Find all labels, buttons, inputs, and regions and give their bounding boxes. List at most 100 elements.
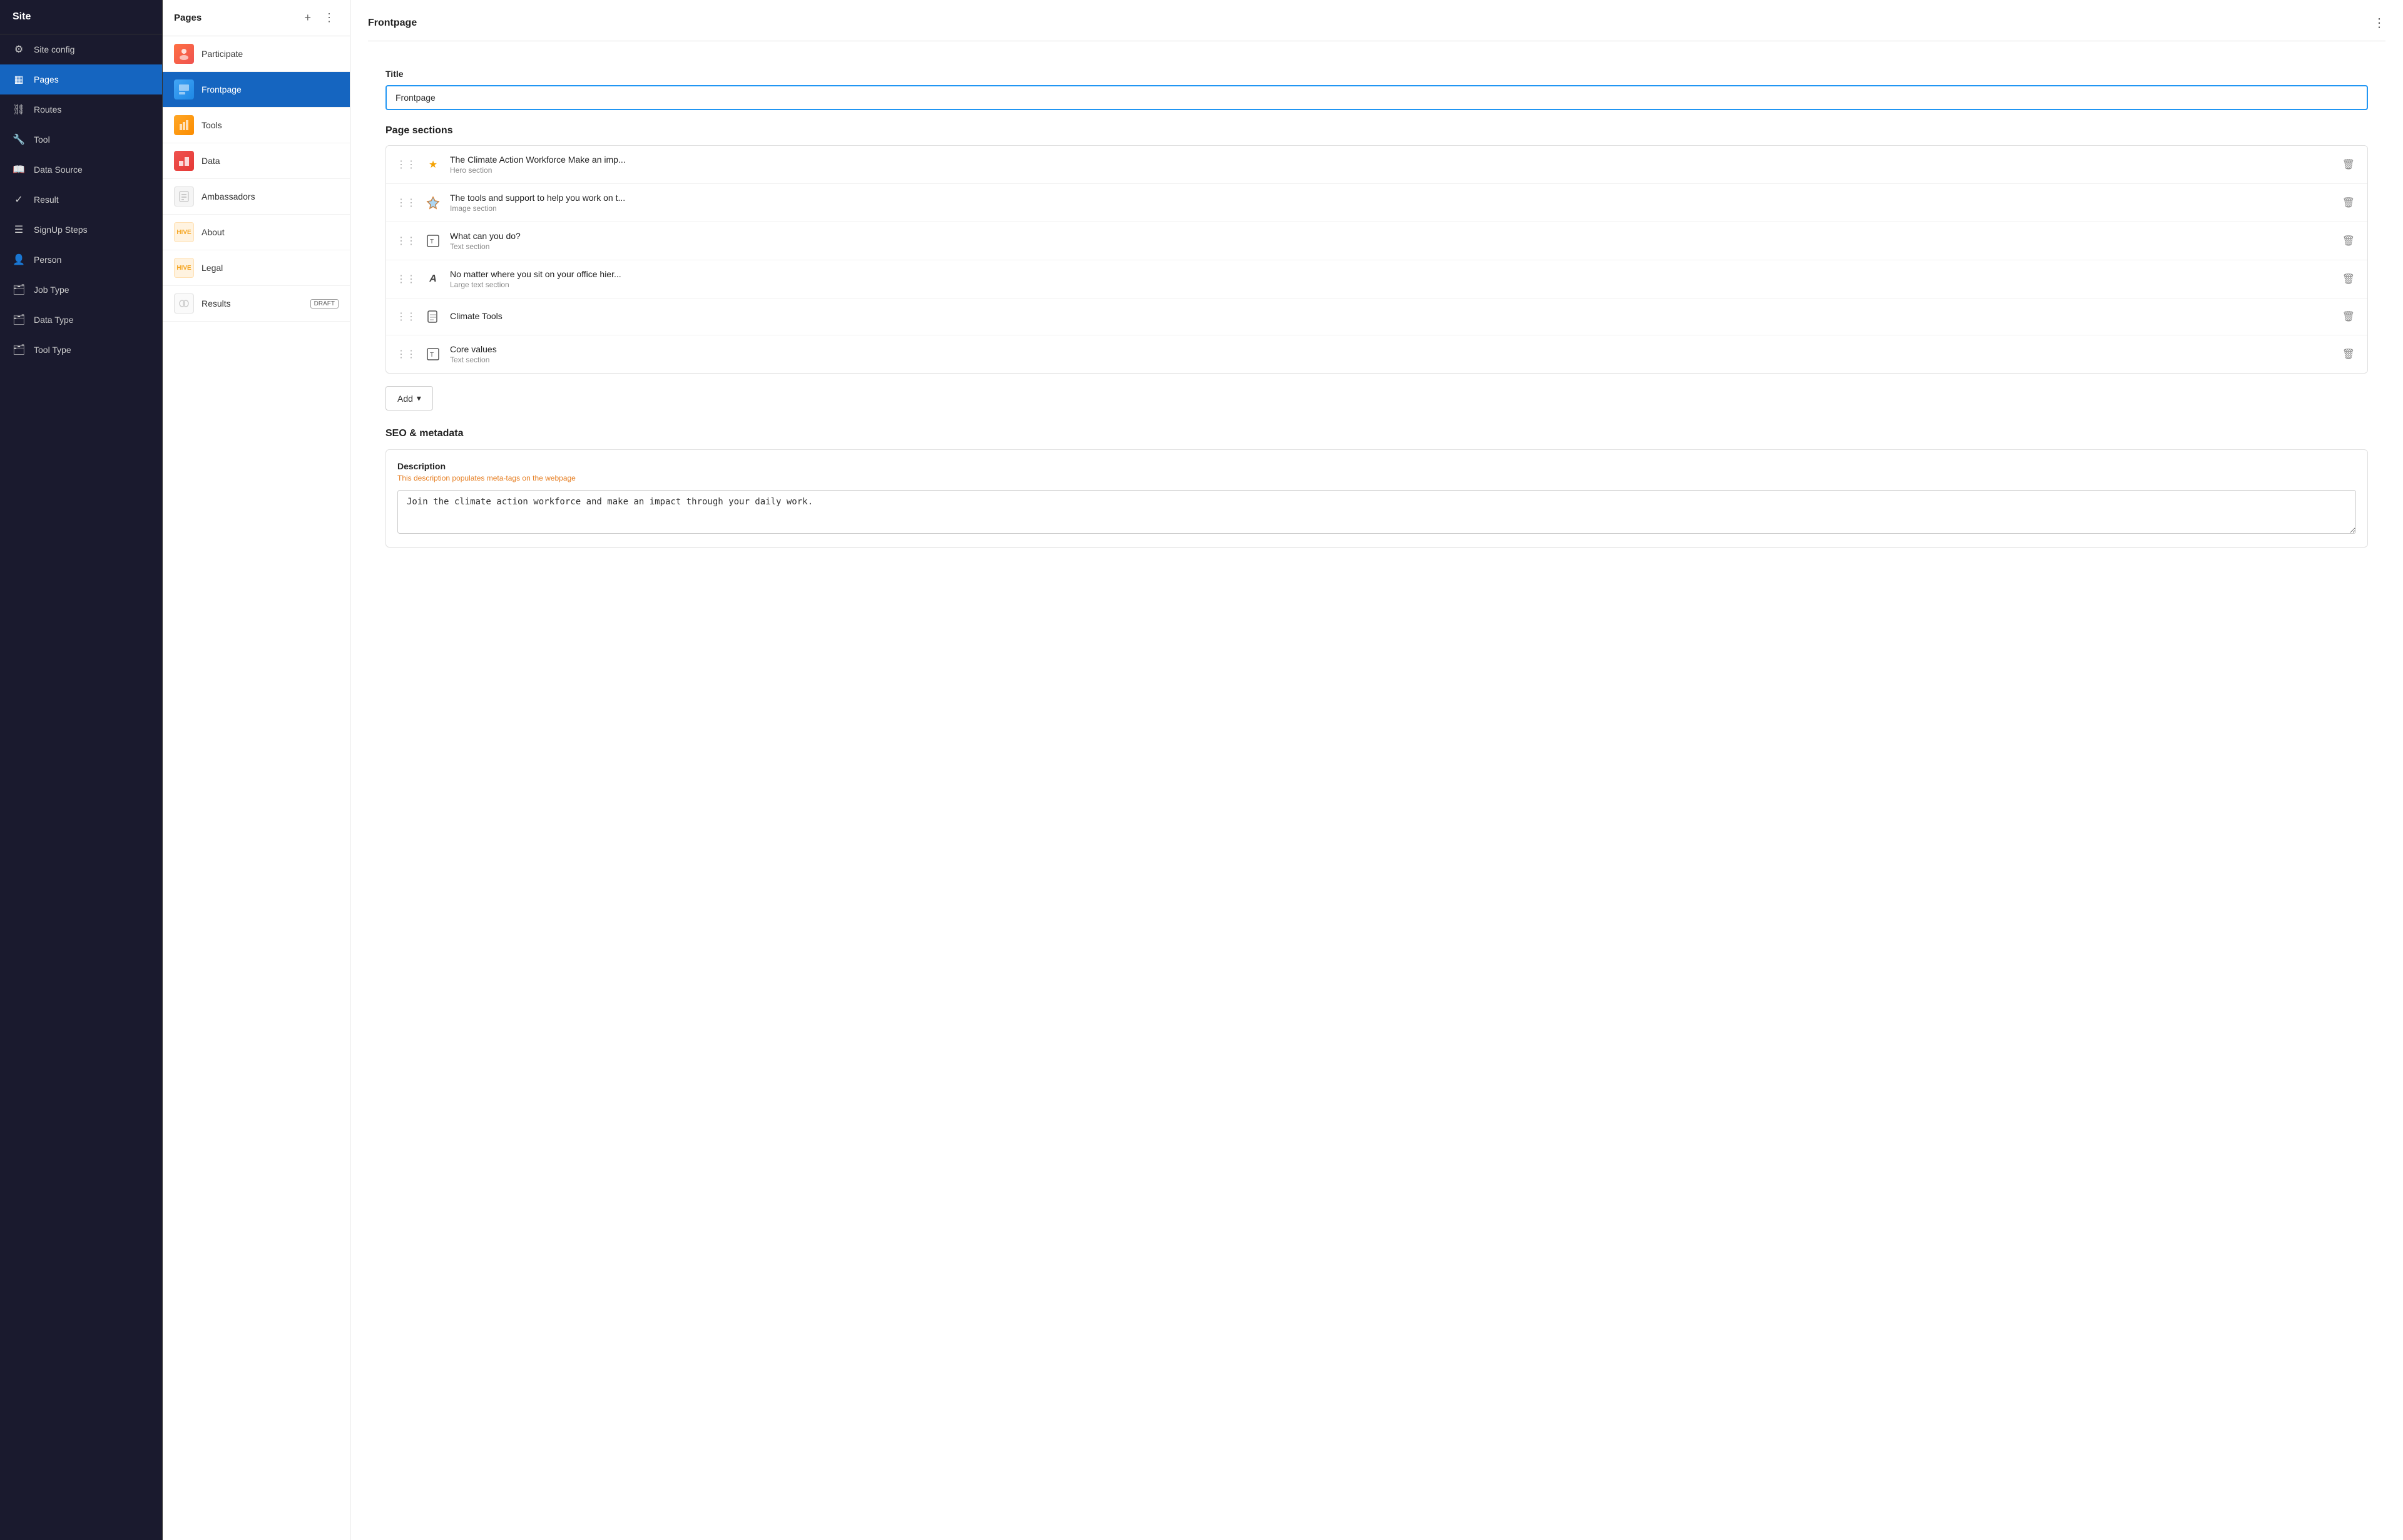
sidebar-item-pages[interactable]: ▦ Pages — [0, 64, 162, 94]
section-row-tools-support: ⋮⋮ The tools and support to help you wor… — [386, 184, 2367, 222]
seo-box: Description This description populates m… — [385, 449, 2368, 548]
section-info-hero: The Climate Action Workforce Make an imp… — [450, 155, 2332, 175]
section-info-climate-tools: Climate Tools — [450, 311, 2332, 322]
delete-section-button[interactable]: 🗑 — [2340, 345, 2357, 363]
section-name: The tools and support to help you work o… — [450, 193, 2332, 203]
section-name: Climate Tools — [450, 311, 2332, 321]
data-thumb-svg — [178, 155, 190, 167]
sidebar-item-tool-type[interactable]: 🗂 Tool Type — [0, 335, 162, 365]
delete-section-button[interactable]: 🗑 — [2340, 194, 2357, 212]
main-content: Frontpage ⋮ Title Page sections ⋮⋮ ★ The… — [350, 0, 2403, 1540]
page-item-ambassadors[interactable]: Ambassadors — [163, 179, 350, 215]
sidebar-item-job-type[interactable]: 🗂 Job Type — [0, 275, 162, 305]
pages-menu-button[interactable]: ⋮ — [320, 10, 339, 26]
sidebar-item-data-source[interactable]: 📖 Data Source — [0, 155, 162, 185]
section-type: Text section — [450, 355, 2332, 364]
page-thumb-about: HIVE — [174, 222, 194, 242]
delete-section-button[interactable]: 🗑 — [2340, 270, 2357, 288]
person-icon: 👤 — [13, 253, 25, 266]
page-item-results[interactable]: Results DRAFT — [163, 286, 350, 322]
sidebar-item-label: Result — [34, 195, 59, 205]
section-row-climate-tools: ⋮⋮ Climate Tools 🗑 — [386, 298, 2367, 335]
signup-steps-icon: ☰ — [13, 223, 25, 236]
seo-description-label: Description — [397, 461, 2356, 471]
page-thumb-data — [174, 151, 194, 171]
page-label: Legal — [202, 263, 339, 273]
draft-badge: DRAFT — [310, 299, 339, 309]
sidebar-item-label: Job Type — [34, 285, 69, 295]
core-values-icon: T — [424, 345, 442, 364]
page-label: Results — [202, 298, 303, 309]
section-info-no-matter: No matter where you sit on your office h… — [450, 269, 2332, 289]
sidebar-item-signup-steps[interactable]: ☰ SignUp Steps — [0, 215, 162, 245]
section-type: Large text section — [450, 280, 2332, 289]
page-label: Frontpage — [202, 84, 339, 94]
section-row-core-values: ⋮⋮ T Core values Text section 🗑 — [386, 335, 2367, 373]
page-item-frontpage[interactable]: Frontpage — [163, 72, 350, 108]
main-menu-button[interactable]: ⋮ — [2373, 15, 2385, 31]
svg-text:T: T — [430, 352, 434, 359]
result-icon: ✓ — [13, 193, 25, 206]
page-item-tools[interactable]: Tools — [163, 108, 350, 143]
tool-icon: 🔧 — [13, 133, 25, 146]
title-field-label: Title — [385, 69, 2368, 79]
ambassadors-thumb-svg — [178, 190, 190, 203]
drag-handle-icon[interactable]: ⋮⋮ — [396, 348, 416, 360]
routes-icon: ⛓ — [13, 103, 25, 116]
text-section-icon: T — [424, 232, 442, 250]
sidebar-item-label: Person — [34, 255, 61, 265]
add-section-button[interactable]: Add ▾ — [385, 386, 433, 410]
section-info-tools-support: The tools and support to help you work o… — [450, 193, 2332, 213]
sidebar-item-result[interactable]: ✓ Result — [0, 185, 162, 215]
page-sections-heading: Page sections — [385, 125, 2368, 136]
sidebar-item-person[interactable]: 👤 Person — [0, 245, 162, 275]
pages-header: Pages + ⋮ — [163, 0, 350, 36]
gear-icon: ⚙ — [13, 43, 25, 56]
delete-section-button[interactable]: 🗑 — [2340, 156, 2357, 173]
title-input[interactable] — [385, 85, 2368, 110]
page-item-legal[interactable]: HIVE Legal — [163, 250, 350, 286]
page-item-participate[interactable]: Participate — [163, 36, 350, 72]
page-item-data[interactable]: Data — [163, 143, 350, 179]
data-type-icon: 🗂 — [13, 314, 25, 326]
section-name: Core values — [450, 344, 2332, 354]
content-area: Title Page sections ⋮⋮ ★ The Climate Act… — [368, 54, 2385, 563]
drag-handle-icon[interactable]: ⋮⋮ — [396, 310, 416, 323]
delete-section-button[interactable]: 🗑 — [2340, 232, 2357, 250]
drag-handle-icon[interactable]: ⋮⋮ — [396, 235, 416, 247]
sidebar-item-label: Site config — [34, 44, 74, 54]
chevron-down-icon: ▾ — [417, 393, 421, 404]
add-page-button[interactable]: + — [300, 10, 315, 26]
section-type: Hero section — [450, 166, 2332, 175]
page-thumb-frontpage — [174, 79, 194, 99]
tool-type-icon: 🗂 — [13, 344, 25, 356]
section-row-no-matter: ⋮⋮ A No matter where you sit on your off… — [386, 260, 2367, 298]
page-item-about[interactable]: HIVE About — [163, 215, 350, 250]
sidebar-item-label: Tool Type — [34, 345, 71, 355]
drag-handle-icon[interactable]: ⋮⋮ — [396, 196, 416, 209]
seo-description-input[interactable]: Join the climate action workforce and ma… — [397, 490, 2356, 534]
sidebar-item-site-config[interactable]: ⚙ Site config — [0, 34, 162, 64]
participate-thumb-svg — [178, 48, 190, 60]
sidebar-item-label: Tool — [34, 135, 50, 145]
drag-handle-icon[interactable]: ⋮⋮ — [396, 273, 416, 285]
drag-handle-icon[interactable]: ⋮⋮ — [396, 158, 416, 171]
section-name: No matter where you sit on your office h… — [450, 269, 2332, 279]
sidebar-item-routes[interactable]: ⛓ Routes — [0, 94, 162, 125]
sidebar-item-label: Data Type — [34, 315, 74, 325]
section-type: Text section — [450, 242, 2332, 251]
page-thumb-results — [174, 293, 194, 314]
frontpage-thumb-svg — [178, 83, 190, 96]
seo-description-hint: This description populates meta-tags on … — [397, 474, 2356, 482]
sidebar-item-data-type[interactable]: 🗂 Data Type — [0, 305, 162, 335]
sidebar-item-tool[interactable]: 🔧 Tool — [0, 125, 162, 155]
page-label: Tools — [202, 120, 339, 130]
seo-metadata-heading: SEO & metadata — [385, 428, 2368, 439]
section-type: Image section — [450, 204, 2332, 213]
page-label: About — [202, 227, 339, 237]
section-info-core-values: Core values Text section — [450, 344, 2332, 364]
sidebar: Site ⚙ Site config ▦ Pages ⛓ Routes 🔧 To… — [0, 0, 163, 1540]
large-text-section-icon: A — [424, 270, 442, 288]
image-section-icon — [424, 193, 442, 212]
delete-section-button[interactable]: 🗑 — [2340, 308, 2357, 325]
